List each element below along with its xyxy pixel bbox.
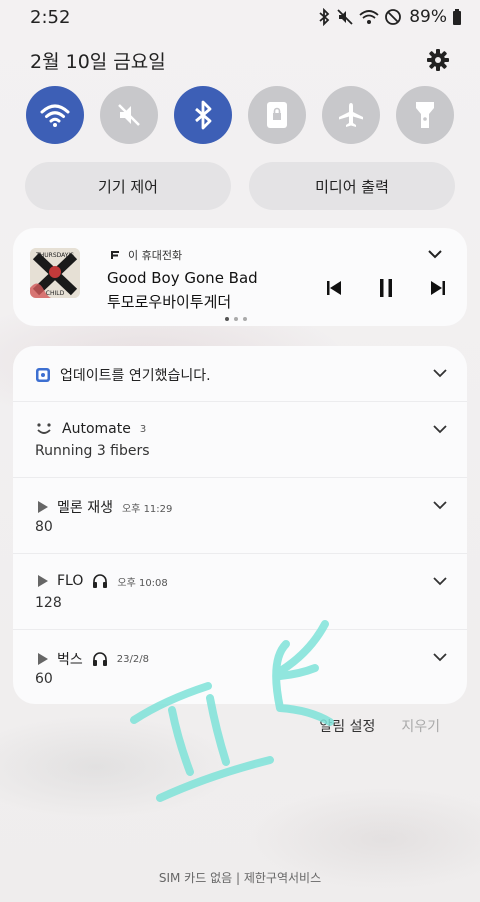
notification-body: 60	[35, 671, 53, 687]
pause-icon[interactable]	[377, 278, 395, 298]
chevron-down-icon[interactable]	[433, 424, 447, 434]
toggle-wifi[interactable]	[26, 86, 84, 144]
notification-body: 80	[35, 519, 53, 535]
battery-icon	[453, 9, 461, 25]
notification-title: 업데이트를 연기했습니다.	[60, 368, 211, 384]
headphones-icon	[92, 652, 107, 666]
svg-text:THURSDAY'S: THURSDAY'S	[35, 252, 74, 259]
mute-icon	[118, 104, 140, 126]
notification-header: 업데이트를 연기했습니다.	[35, 365, 211, 385]
notification-body: 128	[35, 595, 62, 611]
toggle-rotation-lock[interactable]	[248, 86, 306, 144]
notification-body: Running 3 fibers	[35, 443, 150, 459]
chevron-down-icon[interactable]	[427, 248, 443, 260]
chevron-down-icon[interactable]	[433, 652, 447, 662]
toggle-airplane[interactable]	[322, 86, 380, 144]
automate-icon	[37, 423, 51, 434]
toggle-flashlight[interactable]	[396, 86, 454, 144]
battery-percent: 89%	[409, 7, 447, 27]
handwritten-scribble	[130, 620, 334, 802]
notification-title: FLO	[57, 573, 84, 589]
notification-title: Automate	[62, 421, 131, 437]
notification-count: 3	[139, 423, 147, 435]
notification-header: 멜론 재생 오후 11:29	[35, 497, 172, 517]
media-source-label: 이 휴대전화	[128, 249, 183, 262]
status-icons: 89%	[317, 7, 462, 27]
notification-title: 멜론 재생	[57, 500, 113, 516]
airplane-icon	[339, 103, 363, 127]
gear-icon[interactable]	[426, 48, 450, 72]
media-controls	[325, 278, 447, 298]
lock-rotation-icon	[267, 102, 287, 128]
notification-header: Automate 3	[35, 421, 146, 437]
pill-buttons: 기기 제어 미디어 출력	[25, 162, 455, 210]
next-track-icon[interactable]	[429, 279, 447, 297]
quick-toggles	[26, 86, 454, 144]
media-page-indicator	[225, 317, 247, 321]
notification-time: 오후 10:08	[117, 577, 168, 589]
media-source: 이 휴대전화	[110, 247, 182, 263]
notification-title: 벅스	[57, 652, 83, 668]
toggle-sound[interactable]	[100, 86, 158, 144]
media-title: Good Boy Gone Bad	[107, 269, 258, 287]
flo-app-icon	[111, 251, 119, 259]
play-icon	[38, 653, 48, 665]
media-player-card[interactable]: THURSDAY'S CHILD 이 휴대전화 Good Boy Gone Ba…	[13, 228, 467, 326]
media-output-button[interactable]: 미디어 출력	[249, 162, 455, 210]
notification-time: 오후 11:29	[121, 503, 173, 515]
page-dot	[243, 317, 247, 321]
mute-icon	[337, 9, 353, 25]
notification-item[interactable]: 업데이트를 연기했습니다.	[13, 346, 467, 402]
previous-track-icon[interactable]	[325, 279, 343, 297]
wifi-icon	[40, 104, 70, 127]
status-bar: 2:52 89%	[0, 0, 480, 34]
dnd-icon	[385, 9, 402, 25]
clear-all-button[interactable]: 지우기	[401, 716, 440, 736]
chevron-down-icon[interactable]	[433, 500, 447, 510]
toggle-bluetooth[interactable]	[174, 86, 232, 144]
calendar-icon	[36, 368, 50, 382]
carrier-status: SIM 카드 없음 | 제한구역서비스	[158, 871, 322, 885]
panel-header: 2월 10일 금요일	[30, 44, 450, 76]
chevron-down-icon[interactable]	[433, 576, 447, 586]
svg-text:CHILD: CHILD	[46, 290, 65, 297]
wifi-icon	[359, 10, 379, 24]
device-control-button[interactable]: 기기 제어	[25, 162, 231, 210]
headphones-icon	[93, 574, 108, 588]
notification-item[interactable]: 멜론 재생 오후 11:29 80	[13, 478, 467, 554]
date-label: 2월 10일 금요일	[30, 50, 166, 73]
status-time: 2:52	[30, 6, 71, 28]
page-dot	[225, 317, 229, 321]
media-artist: 투모로우바이투게더	[107, 293, 232, 311]
page-dot	[234, 317, 238, 321]
flashlight-icon	[416, 102, 434, 128]
notification-item[interactable]: Automate 3 Running 3 fibers	[13, 402, 467, 478]
bluetooth-icon	[195, 100, 212, 130]
notification-header: FLO 오후 10:08	[35, 573, 168, 589]
play-icon	[38, 575, 48, 587]
chevron-down-icon[interactable]	[433, 368, 447, 378]
bluetooth-icon	[319, 8, 330, 26]
album-art[interactable]: THURSDAY'S CHILD	[30, 248, 80, 298]
play-icon	[38, 501, 48, 513]
